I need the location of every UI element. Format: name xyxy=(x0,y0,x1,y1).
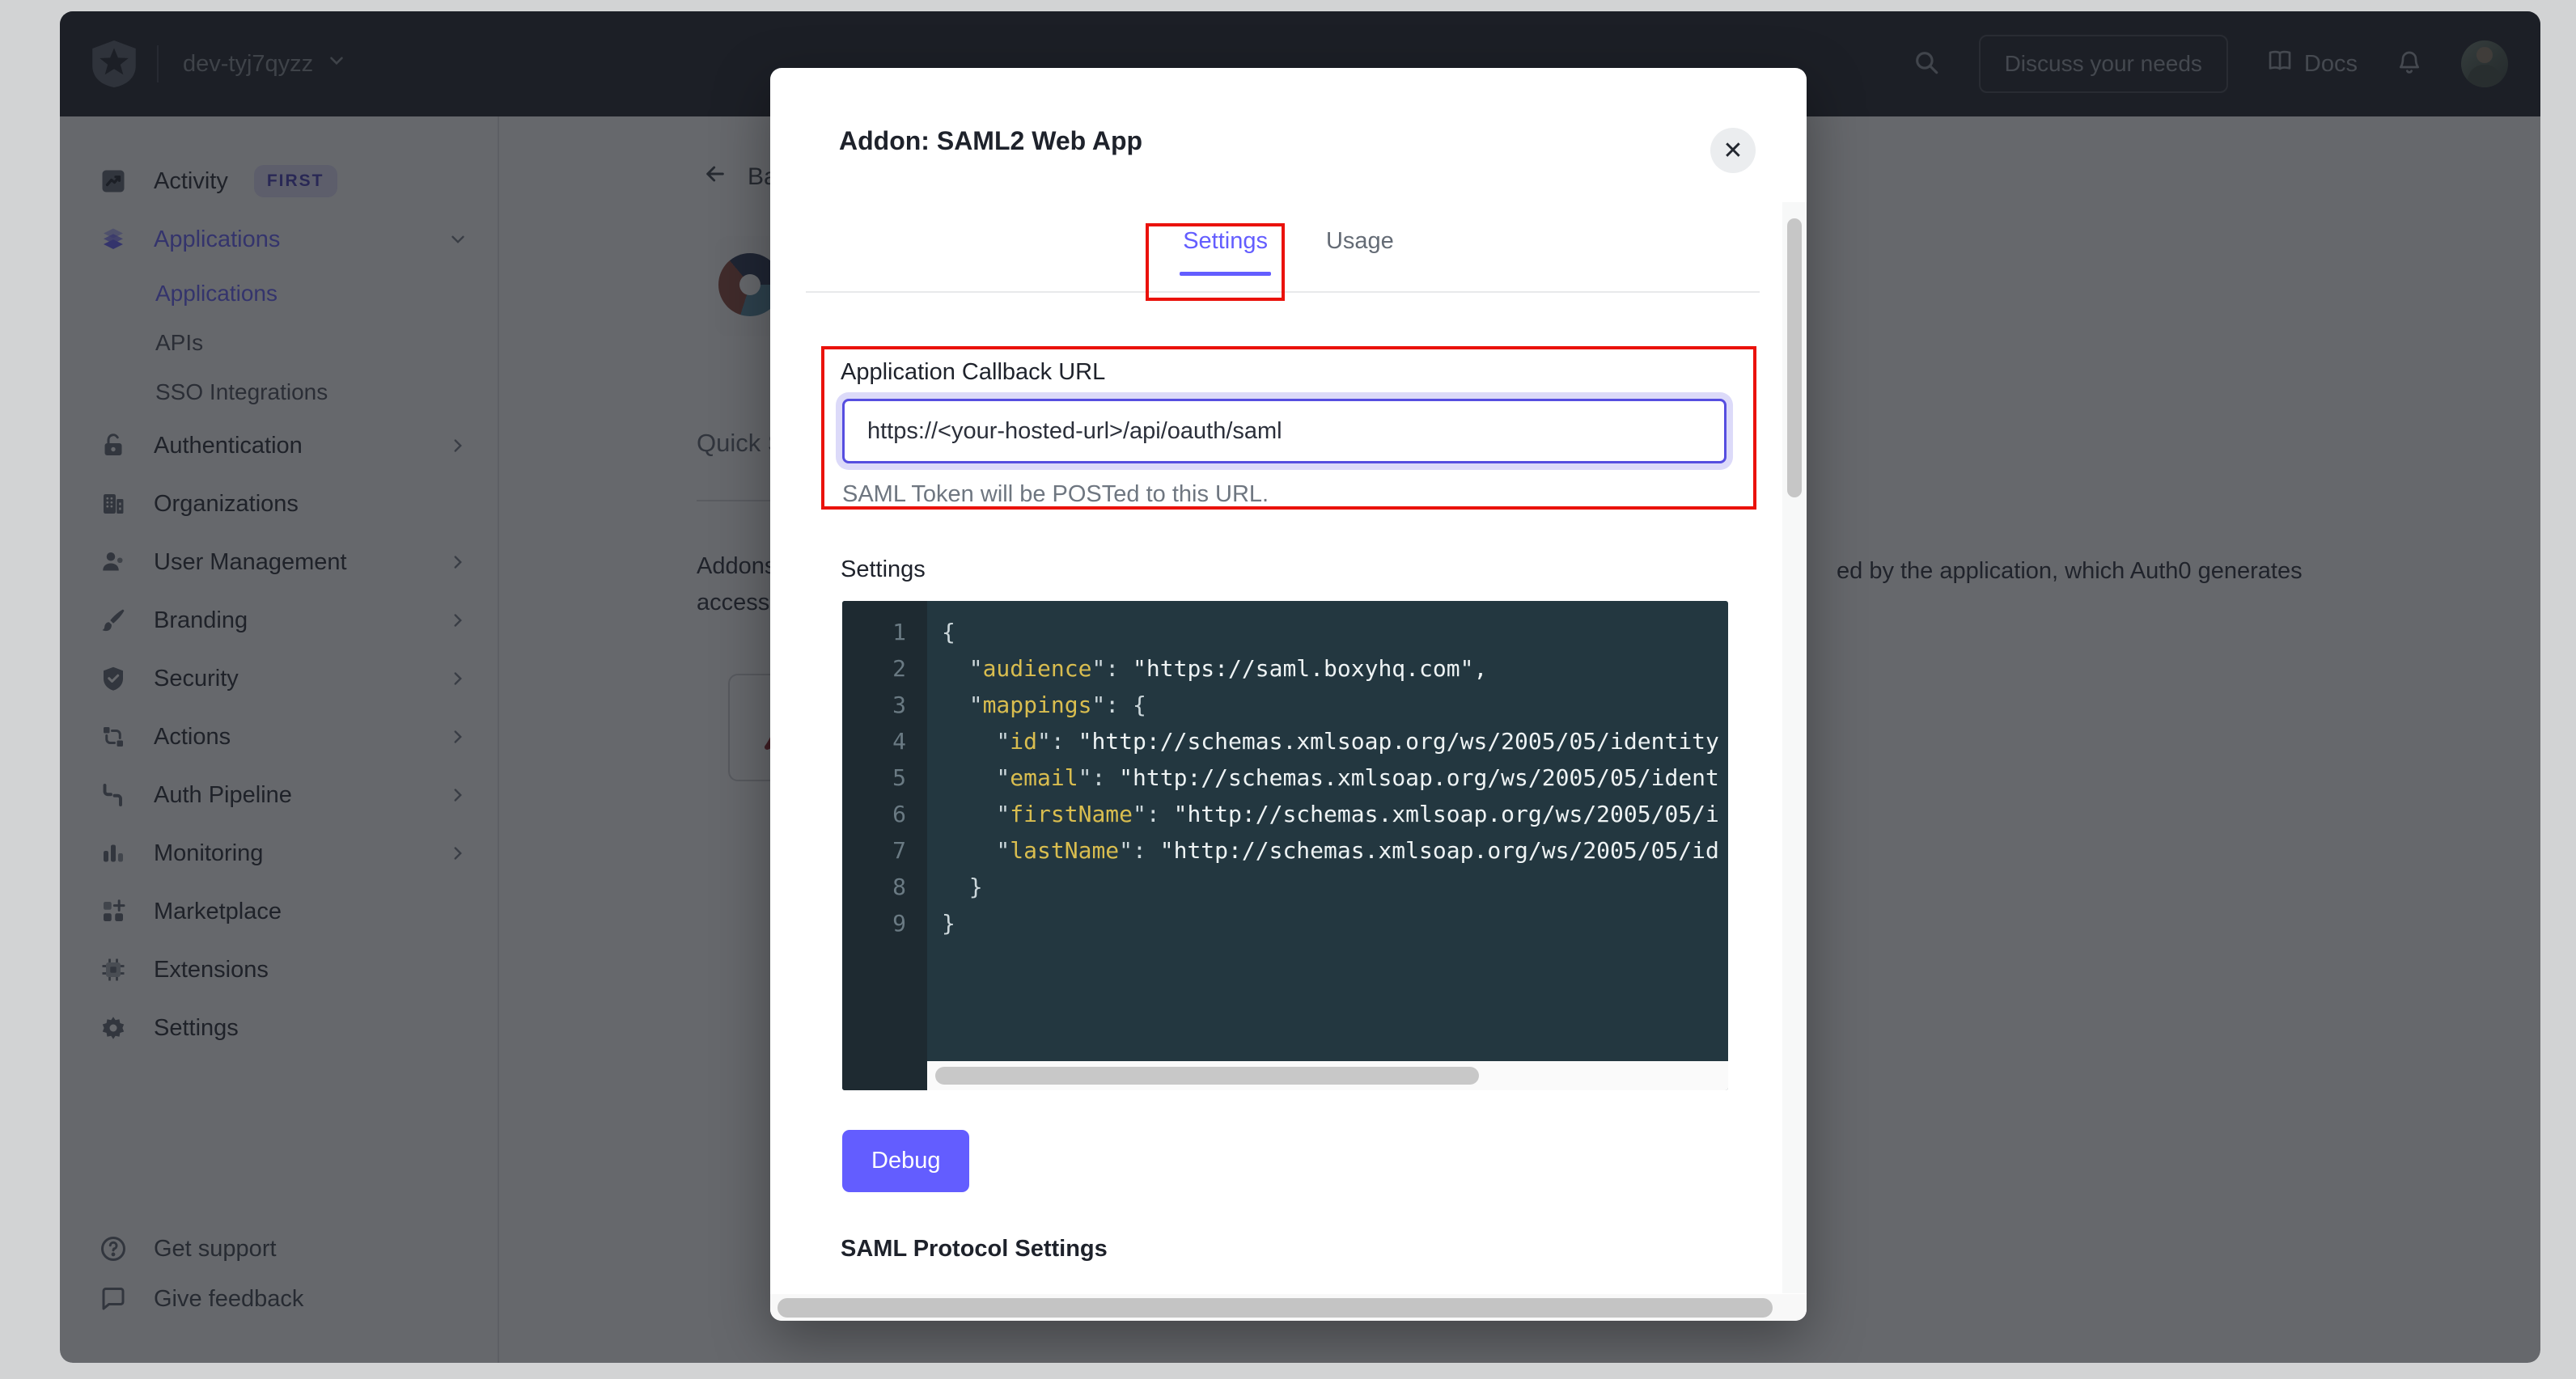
modal-hscroll-thumb[interactable] xyxy=(777,1298,1773,1318)
modal-vertical-scrollbar[interactable] xyxy=(1782,202,1807,1293)
editor-line: 6 "firstName": "http://schemas.xmlsoap.o… xyxy=(842,796,1728,832)
editor-line: 1{ xyxy=(842,614,1728,650)
settings-code-editor[interactable]: 1{2 "audience": "https://saml.boxyhq.com… xyxy=(842,601,1728,1090)
editor-line: 2 "audience": "https://saml.boxyhq.com", xyxy=(842,650,1728,687)
line-number: 7 xyxy=(842,832,927,869)
tab-settings[interactable]: Settings xyxy=(1183,228,1268,273)
modal-title: Addon: SAML2 Web App xyxy=(839,126,1142,156)
close-button[interactable]: ✕ xyxy=(1710,128,1756,173)
line-number: 6 xyxy=(842,796,927,832)
debug-button[interactable]: Debug xyxy=(842,1130,969,1192)
modal-tabs: Settings Usage xyxy=(770,228,1807,273)
callback-url-label: Application Callback URL xyxy=(841,359,1105,386)
editor-line: 9} xyxy=(842,905,1728,941)
callback-url-helper: SAML Token will be POSTed to this URL. xyxy=(842,481,1269,508)
modal-vscroll-thumb[interactable] xyxy=(1787,218,1802,497)
modal-horizontal-scrollbar[interactable] xyxy=(770,1294,1807,1321)
editor-hscroll-thumb[interactable] xyxy=(935,1067,1479,1085)
addon-modal: Addon: SAML2 Web App ✕ Settings Usage Ap… xyxy=(770,68,1807,1321)
close-icon: ✕ xyxy=(1722,137,1743,165)
editor-line: 8 } xyxy=(842,869,1728,905)
line-number: 5 xyxy=(842,759,927,796)
saml-protocol-settings-label: SAML Protocol Settings xyxy=(841,1236,1108,1263)
settings-section-label: Settings xyxy=(841,556,926,583)
callback-url-input[interactable] xyxy=(842,399,1727,463)
screenshot-page: dev-tyj7qyzz Discuss your needs Docs xyxy=(0,0,2576,1379)
line-number: 9 xyxy=(842,905,927,941)
line-number: 4 xyxy=(842,723,927,759)
app-window: dev-tyj7qyzz Discuss your needs Docs xyxy=(60,11,2540,1363)
editor-line: 3 "mappings": { xyxy=(842,687,1728,723)
tabs-divider xyxy=(806,291,1760,293)
line-number: 8 xyxy=(842,869,927,905)
editor-line: 5 "email": "http://schemas.xmlsoap.org/w… xyxy=(842,759,1728,796)
editor-horizontal-scrollbar[interactable] xyxy=(927,1061,1728,1090)
line-number: 3 xyxy=(842,687,927,723)
tab-usage[interactable]: Usage xyxy=(1326,228,1394,273)
editor-line: 4 "id": "http://schemas.xmlsoap.org/ws/2… xyxy=(842,723,1728,759)
editor-line: 7 "lastName": "http://schemas.xmlsoap.or… xyxy=(842,832,1728,869)
line-number: 1 xyxy=(842,614,927,650)
line-number: 2 xyxy=(842,650,927,687)
